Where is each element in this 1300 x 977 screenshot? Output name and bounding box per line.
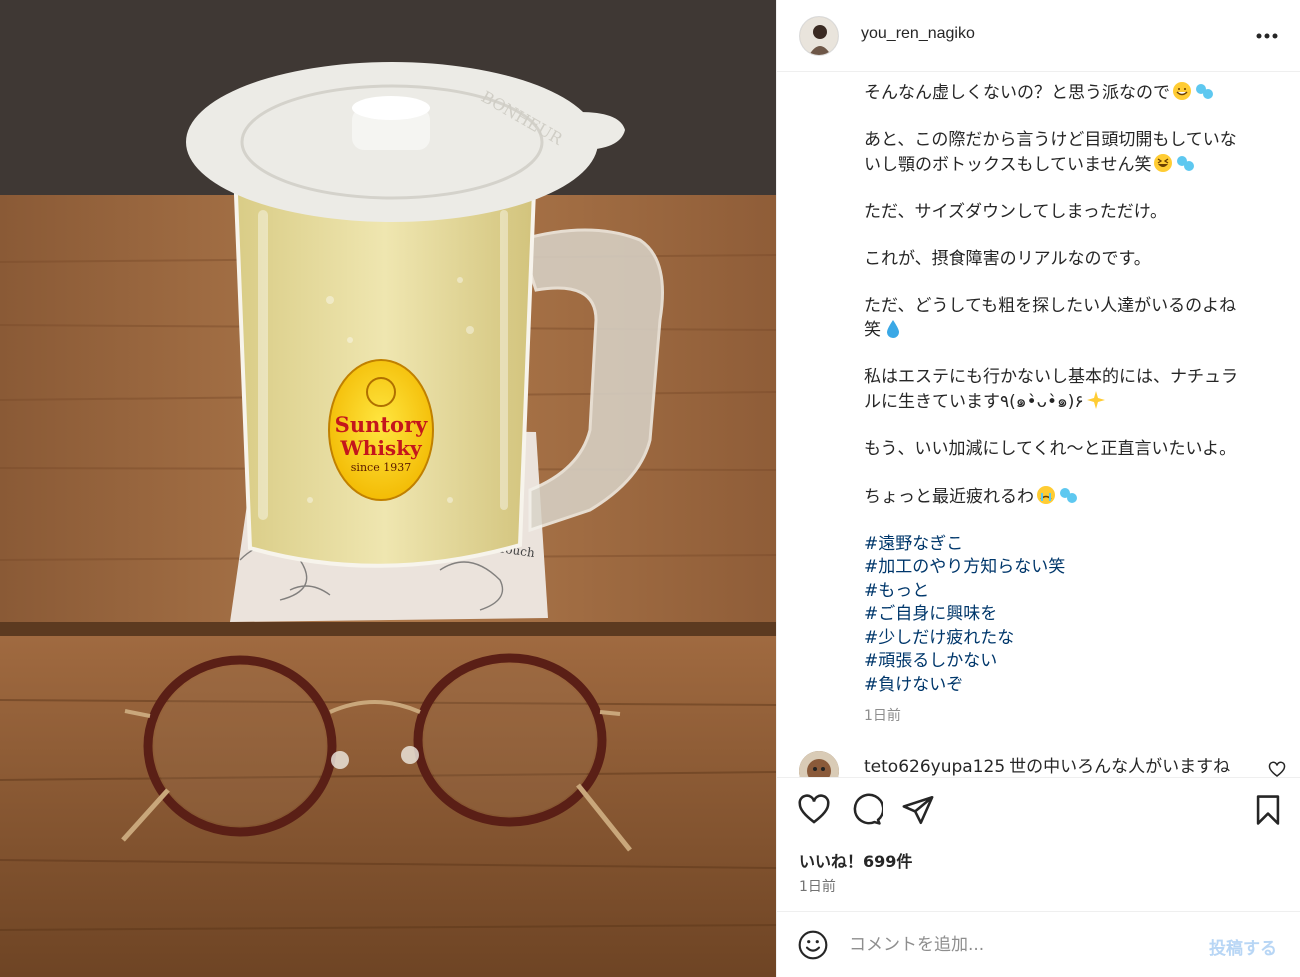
more-options-button[interactable] [1253, 22, 1281, 50]
hashtag-link[interactable]: #遠野なぎこ [864, 533, 1274, 557]
sweat-droplets-emoji-icon [1177, 155, 1195, 171]
comment-text: teto626yupa125 世の中いろんな人がいますね [864, 752, 1230, 777]
caption-paragraph: もう、いい加減にしてくれ〜と正直言いたいよ。 [864, 438, 1237, 459]
comment-bubble-icon[interactable] [849, 793, 883, 827]
hashtag-link[interactable]: #少しだけ疲れたな [864, 627, 1274, 651]
caption-paragraph: そんなん虚しくないの？と思う派なので [864, 81, 1274, 106]
caption-timestamp[interactable]: 1日前 [864, 705, 1274, 729]
paper-plane-icon[interactable] [901, 793, 935, 827]
hashtag-link[interactable]: #ご自身に興味を [864, 603, 1274, 627]
caption-text: 私はエステにも行かないし基本的には、ナチュラ ルに生きています٩(๑•̀ᴗ•̀๑… [864, 367, 1238, 412]
caption-paragraph: ただ、サイズダウンしてしまっただけ。 [864, 201, 1167, 222]
caption-text: そんなん虚しくないの？と思う派なので [864, 83, 1170, 103]
smiley-icon[interactable] [797, 929, 829, 961]
hashtag-link[interactable]: #頑張るしかない [864, 650, 1274, 674]
likes-count[interactable]: いいね！699件 [799, 848, 912, 872]
hashtag-link[interactable]: #負けないぞ [864, 674, 1274, 698]
caption-text: ただ、どうしても粗を探したい人達がいるのよね 笑 [864, 295, 1237, 341]
caption-paragraph: あと、この際だから言うけど目頭切開もしていな いし顎のボトックスもしていません笑 [864, 129, 1274, 177]
hashtag-link[interactable]: #もっと [864, 580, 1274, 604]
post-sidebar: you_ren_nagiko そんなん虚しくないの？と思う派なので あと、この際… [776, 0, 1300, 977]
mug-label-whisky: Whisky [339, 436, 423, 460]
post-comment-button[interactable]: 投稿する [1209, 934, 1277, 959]
caption-text: ちょっと最近疲れるわ [864, 486, 1034, 507]
avatar[interactable] [799, 16, 839, 56]
mug-label-since: since 1937 [351, 461, 411, 474]
caption-paragraph: ただ、どうしても粗を探したい人達がいるのよね 笑 [864, 295, 1274, 343]
post-header: you_ren_nagiko [777, 0, 1300, 72]
heart-icon[interactable] [797, 793, 831, 827]
caption-paragraph: 私はエステにも行かないし基本的には、ナチュラ ルに生きています٩(๑•̀ᴗ•̀๑… [864, 366, 1274, 414]
mug-label-suntory: Suntory [335, 412, 428, 437]
photo-illustration: Touch Suntory Whisky since 1937 BONHEUR [0, 0, 776, 977]
bookmark-icon[interactable] [1251, 793, 1285, 827]
username[interactable]: you_ren_nagiko [861, 25, 975, 43]
comment-username[interactable]: teto626yupa125 [864, 757, 1005, 777]
avatar-image [800, 17, 838, 55]
comment-body: 世の中いろんな人がいますね [1009, 757, 1231, 777]
grinning-squint-emoji-icon [1154, 153, 1173, 172]
post-caption: そんなん虚しくないの？と思う派なので あと、この際だから言うけど目頭切開もしてい… [864, 81, 1274, 729]
hashtag-link[interactable]: #加工のやり方知らない笑 [864, 556, 1274, 580]
add-comment-bar: 投稿する [777, 911, 1300, 977]
sweat-droplets-emoji-icon [1060, 487, 1077, 503]
droplet-emoji-icon [887, 320, 899, 338]
comments-scroll-area[interactable]: そんなん虚しくないの？と思う派なので あと、この際だから言うけど目頭切開もしてい… [777, 73, 1300, 777]
caption-paragraph: ちょっと最近疲れるわ [864, 485, 1274, 510]
hashtag-list: #遠野なぎこ #加工のやり方知らない笑 #もっと #ご自身に興味を #少しだけ疲… [864, 533, 1274, 698]
comment-avatar-image [799, 751, 839, 777]
comment-item: teto626yupa125 世の中いろんな人がいますね [799, 751, 1289, 777]
post-timestamp[interactable]: 1日前 [799, 876, 836, 896]
comment-avatar[interactable] [799, 751, 839, 777]
post-photo: Touch Suntory Whisky since 1937 BONHEUR [0, 0, 776, 977]
post-actions: いいね！699件 1日前 [777, 777, 1300, 912]
sparkles-emoji-icon [1086, 390, 1105, 409]
caption-paragraph: これが、摂食障害のリアルなのです。 [864, 248, 1151, 269]
crying-emoji-icon [1037, 485, 1055, 504]
sweat-droplets-emoji-icon [1196, 84, 1213, 99]
more-horizontal-icon [1256, 33, 1278, 39]
comment-input[interactable] [849, 931, 1189, 959]
comment-like-heart-icon[interactable] [1268, 761, 1286, 777]
sweat-smile-emoji-icon [1173, 82, 1191, 100]
